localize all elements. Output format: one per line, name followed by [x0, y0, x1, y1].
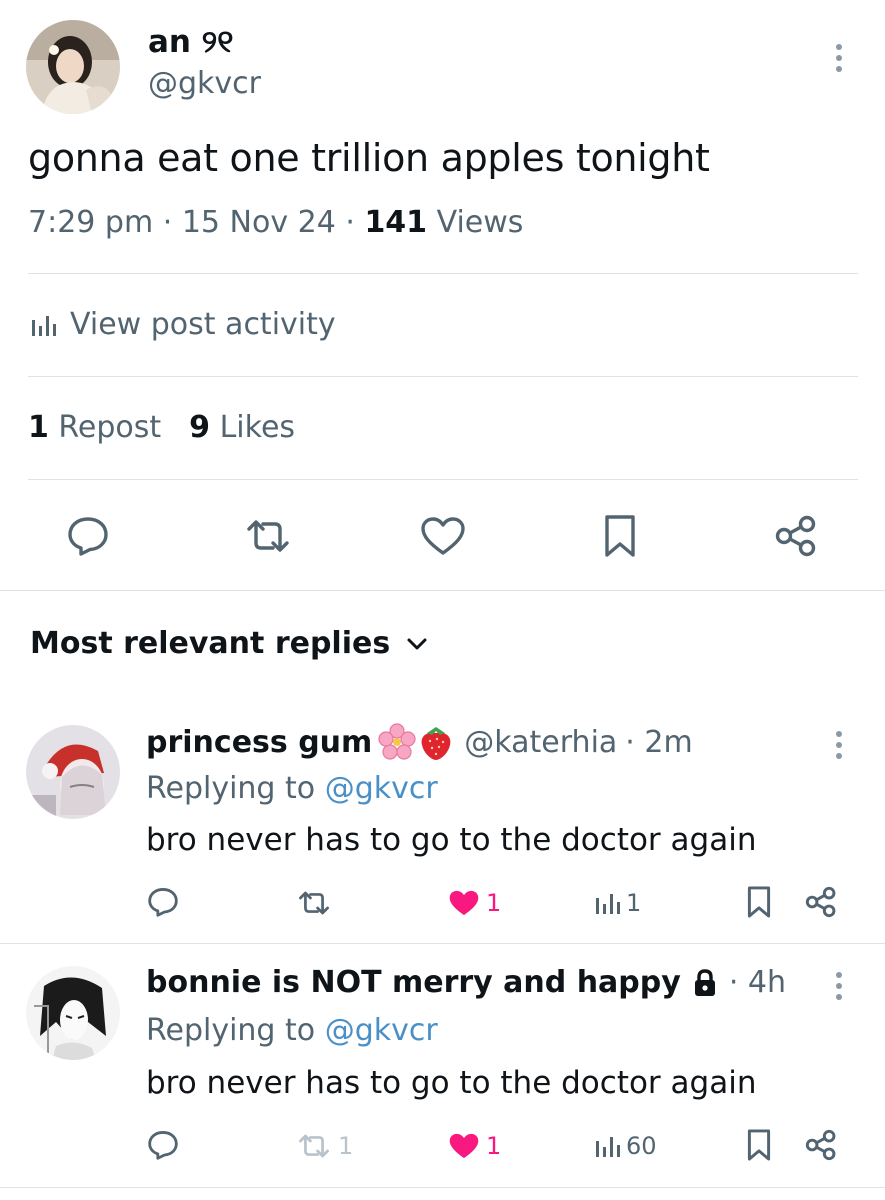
likes-count: 9 [189, 410, 211, 445]
engagement-counts: 1 Repost 9 Likes [28, 410, 295, 445]
reposts-count: 1 [28, 410, 49, 445]
replies-heading-label: Most relevant replies [30, 626, 391, 661]
reply-author-avatar[interactable] [26, 725, 120, 819]
analytics-icon [596, 1137, 620, 1157]
reply-views-count: 1 [626, 889, 642, 917]
divider [28, 273, 858, 274]
reply-share-button[interactable] [804, 885, 838, 919]
reply-author-handle[interactable]: @katerhia [464, 725, 617, 760]
reply-icon [148, 888, 178, 917]
repost-icon [247, 520, 289, 552]
replying-to-line: Replying to @gkvcr [146, 1013, 438, 1048]
post-date[interactable]: 15 Nov 24 [182, 205, 336, 240]
more-options-icon[interactable] [834, 44, 844, 77]
divider [28, 376, 858, 377]
reply-age[interactable]: · 2m [625, 725, 692, 760]
reply-like-button[interactable]: 1 [446, 1131, 501, 1161]
reply-repost-count: 1 [338, 1132, 354, 1160]
view-post-activity-label: View post activity [70, 307, 336, 342]
like-icon [421, 517, 465, 555]
divider [28, 479, 858, 480]
post-time[interactable]: 7:29 pm [28, 205, 153, 240]
liked-heart-icon [449, 890, 479, 916]
post-meta: 7:29 pm · 15 Nov 24 · 141 Views [28, 205, 523, 240]
reply-icon [68, 517, 108, 556]
liked-heart-icon [449, 1133, 479, 1159]
reply-author-name[interactable]: princess gum [146, 725, 372, 760]
replying-to-prefix: Replying to [146, 1013, 316, 1048]
replying-to-prefix: Replying to [146, 771, 316, 806]
reply-like-count: 1 [486, 1132, 502, 1160]
reply-author-avatar[interactable] [26, 966, 120, 1060]
analytics-icon [596, 894, 620, 914]
reply-like-button[interactable]: 1 [446, 888, 501, 918]
views-count: 141 [364, 205, 428, 240]
like-button[interactable] [418, 514, 468, 558]
reply-bookmark-button[interactable] [744, 1128, 774, 1162]
share-icon [805, 1129, 836, 1161]
reply-views-button[interactable]: 60 [594, 1132, 657, 1160]
reply-icon [148, 1131, 178, 1160]
reposts-stat[interactable]: 1 Repost [28, 410, 161, 445]
replies-sort-dropdown[interactable]: Most relevant replies [30, 626, 428, 661]
reply-share-button[interactable] [804, 1128, 838, 1162]
replying-to-line: Replying to @gkvcr [146, 771, 438, 806]
reply-bookmark-button[interactable] [744, 885, 774, 919]
analytics-icon [30, 312, 58, 338]
reply-button[interactable] [64, 514, 112, 558]
share-icon [805, 886, 836, 918]
bookmark-button[interactable] [598, 512, 642, 560]
reply-views-count: 60 [626, 1132, 657, 1160]
author-avatar[interactable] [26, 20, 120, 114]
reply-author-row: bonnie is NOT merry and happy · 4h [146, 965, 786, 1000]
replying-to-handle[interactable]: @gkvcr [325, 771, 438, 806]
section-divider [0, 590, 885, 591]
reply-reply-button[interactable] [146, 886, 180, 918]
chevron-down-icon [406, 636, 428, 652]
repost-icon [299, 891, 329, 915]
reply-repost-button[interactable]: 1 [294, 1131, 353, 1161]
bookmark-icon [605, 515, 635, 557]
reply-text: bro never has to go to the doctor again [146, 1065, 757, 1101]
view-post-activity-link[interactable]: View post activity [30, 307, 336, 342]
likes-stat[interactable]: 9 Likes [189, 410, 295, 445]
meta-separator: · [345, 205, 355, 240]
more-options-icon[interactable] [834, 731, 844, 764]
reply-divider [0, 1187, 885, 1188]
share-button[interactable] [772, 512, 820, 560]
bookmark-icon [747, 886, 771, 918]
views-label: Views [436, 205, 524, 240]
strawberry-icon [418, 723, 454, 761]
reply-author-row: princess gum @katerhia · 2m [146, 723, 693, 761]
likes-label: Likes [219, 410, 296, 445]
cherry-blossom-icon [378, 723, 416, 761]
reply-text: bro never has to go to the doctor again [146, 822, 757, 858]
meta-separator: · [162, 205, 173, 240]
replying-to-handle[interactable]: @gkvcr [325, 1013, 438, 1048]
repost-button[interactable] [240, 514, 296, 558]
reply-like-count: 1 [486, 889, 502, 917]
bookmark-icon [747, 1129, 771, 1161]
post-text: gonna eat one trillion apples tonight [28, 136, 710, 180]
author-handle[interactable]: @gkvcr [148, 66, 261, 101]
reply-author-name[interactable]: bonnie is NOT merry and happy [146, 965, 681, 1000]
reply-divider [0, 943, 885, 944]
share-icon [775, 515, 816, 557]
reply-age[interactable]: · 4h [729, 965, 786, 1000]
more-options-icon[interactable] [834, 972, 844, 1005]
lock-icon [693, 968, 717, 997]
author-display-name[interactable]: an ୨୧ [148, 24, 233, 61]
reply-reply-button[interactable] [146, 1129, 180, 1161]
reply-views-button[interactable]: 1 [594, 889, 641, 917]
reposts-label: Repost [58, 410, 162, 445]
reply-repost-button[interactable] [294, 888, 338, 918]
repost-icon [299, 1134, 329, 1158]
